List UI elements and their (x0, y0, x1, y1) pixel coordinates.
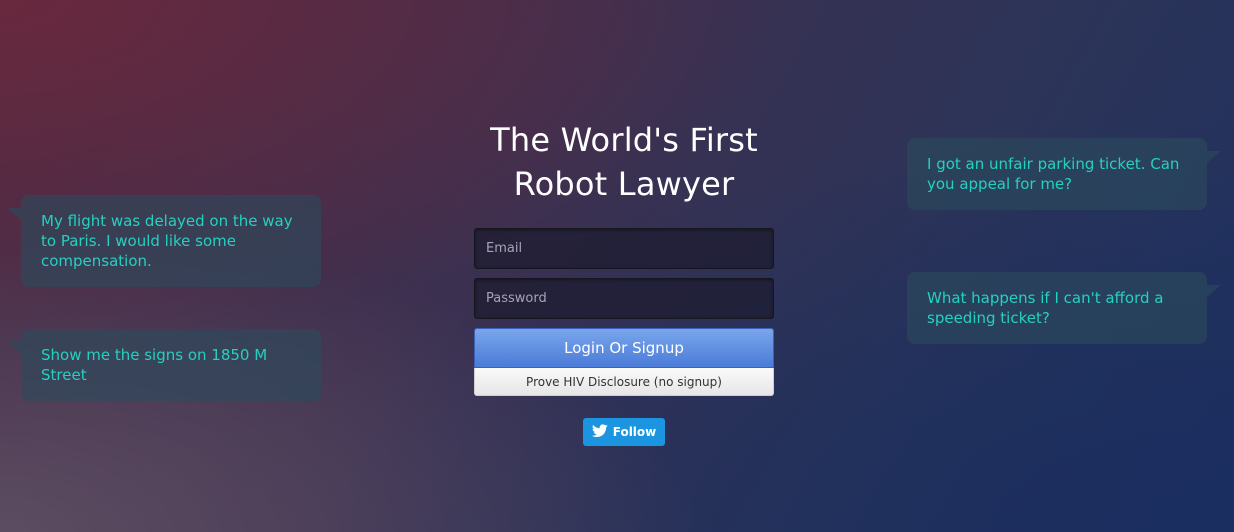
twitter-follow-button[interactable]: Follow (582, 418, 666, 446)
title-line-2: Robot Lawyer (513, 165, 735, 203)
login-panel: The World's First Robot Lawyer Login Or … (474, 118, 774, 446)
follow-label: Follow (612, 425, 657, 439)
example-bubble-street-signs: Show me the signs on 1850 M Street (7, 329, 321, 401)
twitter-bird-icon (591, 423, 608, 441)
login-signup-button[interactable]: Login Or Signup (474, 328, 774, 368)
page-title: The World's First Robot Lawyer (474, 118, 774, 206)
example-bubble-parking-ticket: I got an unfair parking ticket. Can you … (907, 138, 1221, 210)
example-bubble-speeding-ticket: What happens if I can't afford a speedin… (907, 272, 1221, 344)
hiv-disclosure-button[interactable]: Prove HIV Disclosure (no signup) (474, 368, 774, 396)
example-bubble-flight-delay: My flight was delayed on the way to Pari… (7, 195, 321, 287)
bubble-text: My flight was delayed on the way to Pari… (41, 212, 293, 270)
bubble-text: What happens if I can't afford a speedin… (927, 289, 1164, 327)
title-line-1: The World's First (490, 121, 758, 159)
password-input[interactable] (474, 278, 774, 319)
bubble-text: Show me the signs on 1850 M Street (41, 346, 268, 384)
bubble-text: I got an unfair parking ticket. Can you … (927, 155, 1180, 193)
email-input[interactable] (474, 228, 774, 269)
